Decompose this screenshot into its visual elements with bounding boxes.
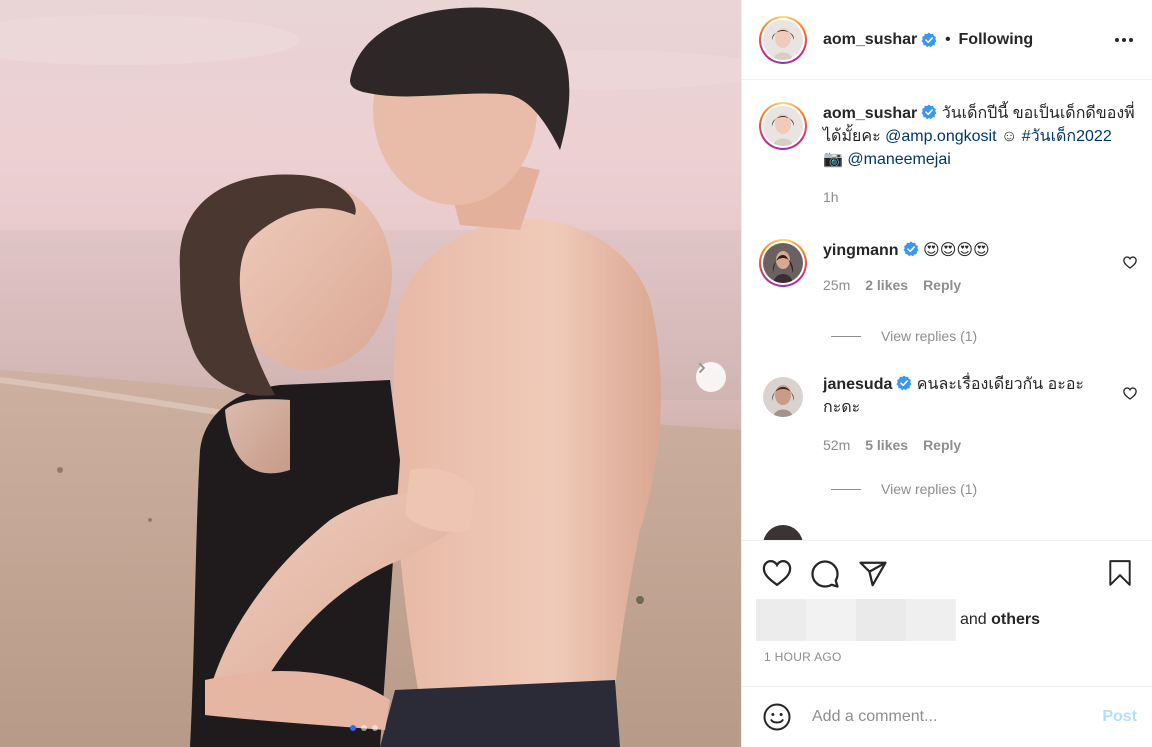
post-header: aom_sushar • Following (742, 0, 1152, 80)
caption-time[interactable]: 1h (823, 189, 839, 205)
comment-meta: 52m 5 likes Reply (823, 437, 1113, 453)
photo-illustration (0, 7, 741, 747)
save-button[interactable] (1107, 559, 1133, 591)
verified-badge-icon (903, 241, 919, 257)
carousel-next-button[interactable] (696, 362, 726, 392)
view-replies-button[interactable]: View replies (1) (831, 481, 977, 497)
comment-avatar-image (763, 377, 803, 417)
caption-hashtag-link[interactable]: #วันเด็ก2022 (1022, 128, 1112, 145)
liked-by-and: and (960, 611, 992, 628)
post-comment-button[interactable]: Post (1102, 708, 1137, 726)
comment-item: janesuda คนละเรื่องเดียวกัน อะอะกะดะ 52m… (759, 373, 1139, 453)
caption-meta: 1h (823, 189, 1135, 205)
comment-avatar-image (763, 243, 803, 283)
view-replies-button[interactable]: View replies (1) (831, 328, 977, 344)
caption-username[interactable]: aom_sushar (823, 105, 917, 122)
emoji-icon[interactable] (762, 702, 792, 732)
share-button[interactable] (858, 559, 888, 593)
liked-by-avatars[interactable] (756, 599, 956, 641)
liked-by-others-link[interactable]: others (991, 611, 1040, 628)
paper-plane-icon (859, 561, 887, 587)
caption-body-2: ☺ (996, 128, 1022, 145)
bookmark-icon (1109, 560, 1131, 586)
post-side-panel: aom_sushar • Following aom_sushar วันเด็… (741, 0, 1152, 747)
post-photo[interactable] (0, 0, 741, 747)
comment-text: janesuda คนละเรื่องเดียวกัน อะอะกะดะ (823, 373, 1113, 419)
comment-like-heart-icon[interactable] (1123, 387, 1137, 400)
comment-avatar[interactable] (763, 525, 803, 540)
caption-mention-link[interactable]: @maneemejai (847, 151, 950, 168)
comment-meta: 25m 2 likes Reply (823, 277, 1113, 293)
comment-reply-button[interactable]: Reply (923, 437, 961, 453)
author-avatar-image (763, 19, 803, 60)
verified-badge-icon (921, 32, 937, 47)
caption-mention-link[interactable]: @amp.ongkosit (885, 128, 996, 145)
like-button[interactable] (762, 559, 792, 593)
heart-icon (762, 559, 792, 587)
comment-username[interactable]: yingmann (823, 242, 899, 259)
comment-username[interactable]: janesuda (823, 376, 892, 393)
comment-time[interactable]: 25m (823, 277, 850, 293)
verified-badge-icon (896, 375, 912, 391)
comment-like-heart-icon[interactable] (1123, 256, 1137, 269)
carousel-dot (372, 725, 378, 731)
comment-time[interactable]: 52m (823, 437, 850, 453)
comment-text: yingmann 😍😍😍😍 (823, 239, 1113, 262)
liked-by-text: and others (960, 611, 1040, 629)
post-timestamp[interactable]: 1 HOUR AGO (764, 650, 842, 664)
comment-input[interactable] (812, 708, 1082, 726)
comment-button[interactable] (810, 559, 840, 593)
more-horizontal-icon (1115, 38, 1133, 42)
comment-bubble-icon (811, 560, 839, 588)
caption-avatar-image (763, 106, 803, 146)
header-separator: • (945, 31, 951, 48)
comment-avatar[interactable] (759, 373, 807, 421)
add-comment-bar: Post (742, 686, 1152, 747)
carousel-indicator (350, 725, 378, 731)
comment-item: yingmann 😍😍😍😍 25m 2 likes Reply (759, 239, 1139, 293)
comment-likes[interactable]: 5 likes (865, 437, 908, 453)
author-avatar[interactable] (759, 15, 807, 64)
comment-body: 😍😍😍😍 (918, 242, 990, 259)
carousel-dot (350, 725, 356, 731)
comment-reply-button[interactable]: Reply (923, 277, 961, 293)
caption-avatar[interactable] (759, 102, 807, 150)
post-actions: and others 1 HOUR AGO (742, 540, 1152, 686)
caption-text: aom_sushar วันเด็กปีนี้ ขอเป็นเด็กดีของพ… (823, 102, 1135, 171)
comments-section[interactable]: aom_sushar วันเด็กปีนี้ ขอเป็นเด็กดีของพ… (742, 81, 1152, 540)
carousel-dot (361, 725, 367, 731)
comment-avatar[interactable] (759, 239, 807, 287)
view-replies-label: View replies (1) (881, 328, 978, 344)
liked-by: and others (756, 599, 1040, 641)
comment-likes[interactable]: 2 likes (865, 277, 908, 293)
view-replies-label: View replies (1) (881, 481, 978, 497)
verified-badge-icon (921, 104, 937, 120)
author-username[interactable]: aom_sushar (823, 31, 917, 49)
following-button[interactable]: Following (959, 31, 1034, 49)
view-replies-line (831, 488, 861, 490)
chevron-right-icon (699, 363, 705, 373)
more-options-button[interactable] (1114, 30, 1134, 50)
caption-body-3: 📷 (823, 151, 848, 168)
view-replies-line (831, 335, 861, 337)
caption: aom_sushar วันเด็กปีนี้ ขอเป็นเด็กดีของพ… (759, 102, 1139, 205)
